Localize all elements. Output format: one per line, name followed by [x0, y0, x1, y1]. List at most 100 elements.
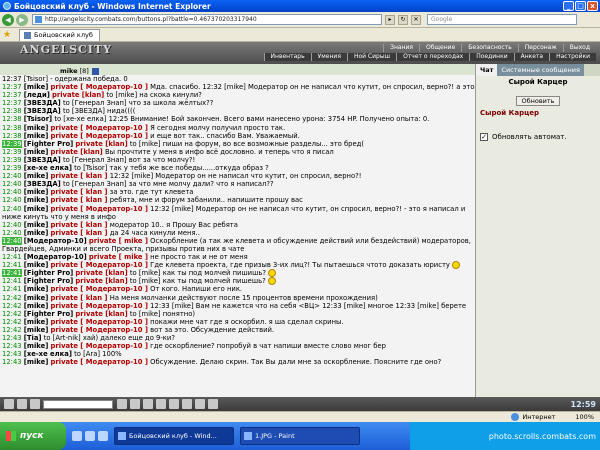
message-time[interactable]: 12:40: [2, 196, 22, 204]
message-nick[interactable]: [ЗВЕЗДА]: [24, 107, 61, 115]
message-private-target[interactable]: private [klan]: [51, 148, 103, 156]
message-nick[interactable]: [Tsisor]: [24, 115, 52, 123]
message-time[interactable]: 12:39: [2, 156, 22, 164]
favorites-star-icon[interactable]: ★: [3, 30, 13, 40]
user-info-icon[interactable]: [91, 67, 99, 75]
message-nick[interactable]: [mike]: [24, 285, 49, 293]
message-time[interactable]: 12:40: [2, 172, 22, 180]
menu-item-settings[interactable]: Настройки: [549, 53, 596, 61]
taskbar-item-ie[interactable]: Бойцовский клуб - Wind...: [114, 427, 234, 445]
message-nick[interactable]: [Fighter Pro]: [24, 140, 73, 148]
tab-chat[interactable]: Чат: [476, 64, 498, 76]
message-nick[interactable]: [mike]: [24, 358, 49, 366]
message-private-target[interactable]: private [ Модератор-10 ]: [51, 124, 148, 132]
filter-icon[interactable]: [17, 399, 27, 409]
message-time[interactable]: 12:41: [2, 285, 22, 293]
menu-item-exit[interactable]: Выход: [562, 44, 596, 52]
menu-item-skills[interactable]: Умения: [310, 53, 347, 61]
back-icon[interactable]: ◀: [2, 13, 14, 26]
message-time[interactable]: 12:40: [2, 236, 22, 245]
message-nick[interactable]: [mike]: [24, 326, 49, 334]
message-nick[interactable]: [mike]: [24, 229, 49, 237]
go-icon[interactable]: ▸: [385, 14, 395, 25]
message-private-target[interactable]: private [ klan ]: [51, 229, 108, 237]
message-time[interactable]: 12:39: [2, 164, 22, 172]
message-time[interactable]: 12:40: [2, 221, 22, 229]
message-time[interactable]: 12:40: [2, 205, 22, 213]
message-time[interactable]: 12:40: [2, 180, 22, 188]
send-icon[interactable]: [117, 399, 127, 409]
message-time[interactable]: 12:43: [2, 358, 22, 366]
message-nick[interactable]: [mike]: [24, 196, 49, 204]
start-button[interactable]: пуск: [0, 422, 66, 450]
menu-item-knowledge[interactable]: Знания: [383, 44, 419, 52]
taskbar-item-paint[interactable]: 1.JPG - Paint: [240, 427, 360, 445]
message-time[interactable]: 12:41: [2, 277, 22, 285]
message-time[interactable]: 12:38: [2, 115, 22, 123]
menu-item-communication[interactable]: Общение: [418, 44, 461, 52]
emote-icon[interactable]: [143, 399, 153, 409]
address-field[interactable]: http://angelscity.combats.com/buttons.pl…: [32, 14, 382, 25]
message-time[interactable]: 12:38: [2, 107, 22, 115]
sound-icon[interactable]: [169, 399, 179, 409]
message-private-target[interactable]: private [ Модератор-10 ]: [51, 342, 148, 350]
auto-refresh-checkbox[interactable]: ✓: [480, 133, 488, 141]
message-time[interactable]: 12:42: [2, 318, 22, 326]
message-nick[interactable]: [ЗВЕЗДА]: [24, 156, 61, 164]
message-nick[interactable]: [mike]: [24, 124, 49, 132]
message-time[interactable]: 12:43: [2, 334, 22, 342]
search-input[interactable]: Google: [427, 14, 577, 25]
message-nick[interactable]: [mike]: [24, 205, 49, 213]
menu-item-character[interactable]: Персонаж: [517, 44, 563, 52]
message-private-target[interactable]: private [klan]: [52, 91, 104, 99]
message-nick[interactable]: [mike]: [24, 342, 49, 350]
message-private-target[interactable]: private [ mike ]: [89, 237, 148, 245]
message-time[interactable]: 12:37: [2, 99, 22, 107]
message-time[interactable]: 12:37: [2, 91, 22, 99]
quicklaunch-ie-icon[interactable]: [72, 431, 82, 441]
message-time[interactable]: 12:40: [2, 229, 22, 237]
message-nick[interactable]: [ЗВЕЗДА]: [24, 99, 61, 107]
silence-icon[interactable]: [156, 399, 166, 409]
message-time[interactable]: 12:43: [2, 350, 22, 358]
refresh-button[interactable]: Обновить: [516, 96, 560, 106]
message-time[interactable]: 12:41: [2, 253, 22, 261]
message-time[interactable]: 12:42: [2, 294, 22, 302]
message-time[interactable]: 12:37: [2, 83, 22, 91]
maximize-button[interactable]: □: [575, 1, 586, 11]
message-time[interactable]: 12:42: [2, 302, 22, 310]
message-time[interactable]: 12:41: [2, 269, 22, 278]
message-nick[interactable]: [mike]: [24, 294, 49, 302]
message-private-target[interactable]: private [ klan ]: [51, 221, 108, 229]
message-nick[interactable]: [хе-хе елка]: [24, 164, 72, 172]
message-nick[interactable]: [ЗВЕЗДА]: [24, 180, 61, 188]
message-private-target[interactable]: private [klan]: [75, 277, 127, 285]
message-nick[interactable]: [Fighter Pro]: [24, 310, 73, 318]
message-nick[interactable]: [mike]: [24, 172, 49, 180]
message-private-target[interactable]: private [ Модератор-10 ]: [51, 318, 148, 326]
message-time[interactable]: 12:41: [2, 261, 22, 269]
menu-item-battles[interactable]: Поединки: [469, 53, 514, 61]
message-private-target[interactable]: private [ Модератор-10 ]: [51, 302, 148, 310]
translit-icon[interactable]: [130, 399, 140, 409]
message-nick[interactable]: [Fighter Pro]: [24, 269, 73, 277]
quicklaunch-media-icon[interactable]: [98, 431, 108, 441]
message-private-target[interactable]: private [ Модератор-10 ]: [51, 285, 148, 293]
smiles-icon[interactable]: [4, 399, 14, 409]
message-private-target[interactable]: private [ klan ]: [51, 188, 108, 196]
message-time[interactable]: 12:42: [2, 326, 22, 334]
stop-icon[interactable]: ✕: [411, 14, 421, 25]
menu-item-profile[interactable]: Анкета: [513, 53, 550, 61]
message-private-target[interactable]: private [ Модератор-10 ]: [51, 358, 148, 366]
chat-log[interactable]: 12:37 [Tsisor] - одержана победа. 0 12:3…: [0, 75, 475, 397]
message-private-target[interactable]: private [ Модератор-10 ]: [51, 132, 148, 140]
menu-item-security[interactable]: Безопасность: [461, 44, 518, 52]
message-nick[interactable]: [mike]: [24, 221, 49, 229]
message-nick[interactable]: [Fighter Pro]: [24, 277, 73, 285]
browser-tab[interactable]: Бойцовский клуб: [19, 28, 100, 41]
message-nick[interactable]: [Tia]: [24, 334, 42, 342]
message-private-target[interactable]: private [ klan ]: [51, 172, 108, 180]
message-time[interactable]: 12:38: [2, 132, 22, 140]
private-icon[interactable]: [195, 399, 205, 409]
message-nick[interactable]: [mike]: [24, 148, 49, 156]
